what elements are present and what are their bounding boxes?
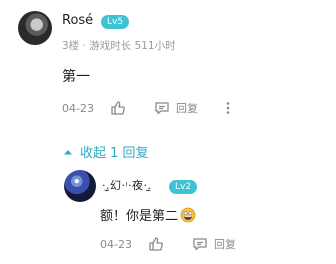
grinning-face-emoji-icon [180, 207, 196, 223]
collapse-replies-button[interactable]: 收起 1 回复 [62, 142, 149, 161]
comment-meta: 3楼 · 游戏时长 511小时 [62, 40, 176, 52]
comment-icon [192, 236, 208, 252]
reply-author-name[interactable]: ·.̫幻·ᵎ·夜·.̫ [102, 177, 151, 193]
thumb-up-icon[interactable] [110, 100, 126, 116]
reply-avatar[interactable] [64, 170, 96, 202]
reply-button[interactable]: 回复 [192, 236, 236, 252]
thumb-up-icon[interactable] [148, 236, 164, 252]
user-avatar[interactable] [18, 11, 52, 45]
reply-label: 回复 [176, 102, 198, 115]
reply-content: 额！你是第二 [100, 205, 196, 224]
author-name[interactable]: Rosé [62, 13, 93, 28]
reply-text: 额！你是第二 [100, 209, 179, 224]
comment-date: 04-23 [62, 101, 94, 115]
level-badge: Lv5 [101, 15, 130, 29]
reply-date: 04-23 [100, 237, 132, 251]
collapse-label: 收起 1 回复 [80, 146, 149, 161]
comment-actions: 04-23 回复 [62, 100, 236, 116]
reply-button[interactable]: 回复 [154, 100, 198, 116]
caret-up-icon [62, 146, 74, 158]
reply-actions: 04-23 回复 [100, 236, 236, 252]
more-vertical-icon[interactable] [220, 100, 236, 116]
comment-icon [154, 100, 170, 116]
reply-label: 回复 [214, 238, 236, 251]
comment-content: 第一 [62, 69, 90, 85]
reply-level-badge: Lv2 [169, 180, 198, 194]
